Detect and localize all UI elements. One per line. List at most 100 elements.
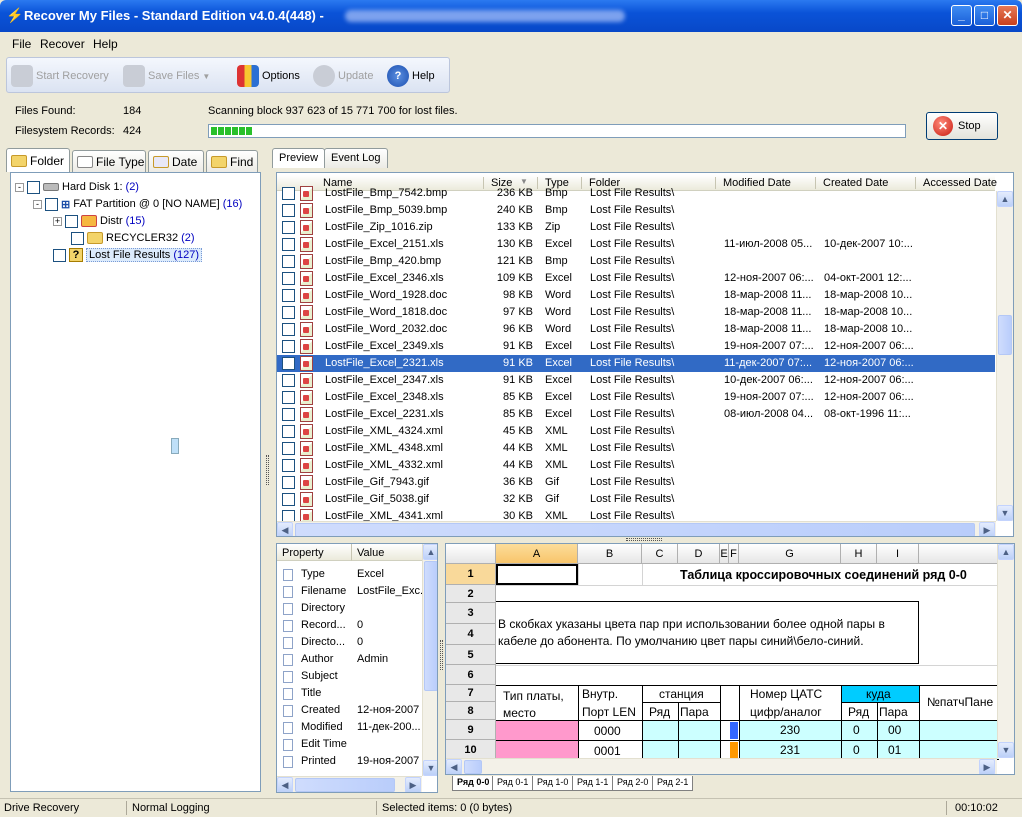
property-row[interactable]: Record... 0	[277, 617, 422, 634]
property-row[interactable]: Author Admin	[277, 651, 422, 668]
table-row[interactable]: LostFile_Excel_2347.xls 91 KB Excel Lost Fi…	[277, 372, 995, 389]
menu-help[interactable]: Help	[93, 37, 118, 51]
scroll-down-icon[interactable]: ▼	[998, 742, 1014, 758]
row-checkbox[interactable]	[282, 425, 295, 438]
table-row[interactable]: LostFile_XML_4332.xml 44 KB XML Lost File R…	[277, 457, 995, 474]
preview-splitter[interactable]	[440, 640, 443, 670]
help-button[interactable]: ? Help	[387, 64, 435, 88]
table-row[interactable]: LostFile_XML_4324.xml 45 KB XML Lost File R…	[277, 423, 995, 440]
h-scroll-thumb[interactable]	[464, 760, 482, 774]
options-button[interactable]: Options	[237, 64, 300, 88]
save-files-button[interactable]: Save Files ▼	[123, 64, 210, 88]
menu-file[interactable]: File	[12, 37, 31, 51]
table-row[interactable]: LostFile_Bmp_420.bmp 121 KB Bmp Lost File R…	[277, 253, 995, 270]
row-checkbox[interactable]	[282, 272, 295, 285]
sheet-vertical-scrollbar[interactable]: ▲ ▼	[997, 544, 1014, 758]
row-checkbox[interactable]	[282, 221, 295, 234]
row-checkbox[interactable]	[282, 459, 295, 472]
table-row[interactable]: LostFile_Excel_2151.xls 130 KB Excel Lost F…	[277, 236, 995, 253]
table-row[interactable]: LostFile_XML_4348.xml 44 KB XML Lost File R…	[277, 440, 995, 457]
property-row[interactable]: Filename LostFile_Exc...	[277, 583, 429, 600]
scroll-right-icon[interactable]: ▶	[979, 759, 995, 774]
dropdown-arrow-icon[interactable]: ▼	[202, 72, 210, 81]
scroll-up-icon[interactable]: ▲	[997, 191, 1013, 207]
row-checkbox[interactable]	[282, 306, 295, 319]
sheet-tab-2-0[interactable]: Ряд 2-0	[612, 776, 654, 791]
row-checkbox[interactable]	[282, 357, 295, 370]
tab-find[interactable]: Find	[206, 150, 258, 172]
tree-checkbox[interactable]	[27, 180, 40, 194]
scroll-thumb[interactable]	[998, 315, 1012, 355]
row-checkbox[interactable]	[282, 408, 295, 421]
tree-checkbox[interactable]	[71, 231, 84, 245]
tree-node-lost-file-results[interactable]: ? Lost File Results (127)	[53, 247, 203, 263]
table-row[interactable]: LostFile_Gif_7943.gif 36 KB Gif Lost File R…	[277, 474, 995, 491]
sheet-tab-1-0[interactable]: Ряд 1-0	[532, 776, 574, 791]
row-checkbox[interactable]	[282, 255, 295, 268]
horizontal-splitter[interactable]	[626, 538, 662, 541]
prop-header-value[interactable]: Value	[351, 544, 422, 561]
active-cell-a1[interactable]	[496, 564, 578, 585]
property-row[interactable]: Created 12-ноя-2007	[277, 702, 422, 719]
prop-horizontal-scrollbar[interactable]: ◀ ▶	[277, 776, 422, 792]
scroll-up-icon[interactable]: ▲	[423, 544, 437, 560]
table-row[interactable]: LostFile_Zip_1016.zip 133 KB Zip Lost File …	[277, 219, 995, 236]
scroll-up-icon[interactable]: ▲	[998, 544, 1014, 560]
scroll-down-icon[interactable]: ▼	[423, 760, 437, 776]
maximize-button[interactable]: □	[974, 5, 995, 26]
row-checkbox[interactable]	[282, 204, 295, 217]
table-row[interactable]: LostFile_Excel_2231.xls 85 KB Excel Lost Fi…	[277, 406, 995, 423]
sheet-tab-0-0[interactable]: Ряд 0-0	[452, 776, 495, 791]
grid-horizontal-scrollbar[interactable]: ◀ ▶	[277, 521, 996, 536]
table-row[interactable]: LostFile_Gif_5038.gif 32 KB Gif Lost File R…	[277, 491, 995, 508]
sheet-tab-0-1[interactable]: Ряд 0-1	[492, 776, 534, 791]
sheet-tab-1-1[interactable]: Ряд 1-1	[572, 776, 614, 791]
property-row[interactable]: Type Excel	[277, 566, 422, 583]
sheet-tab-2-1[interactable]: Ряд 2-1	[652, 776, 694, 791]
row-checkbox[interactable]	[282, 391, 295, 404]
scroll-left-icon[interactable]: ◀	[277, 777, 293, 792]
minimize-button[interactable]: _	[951, 5, 972, 26]
tree-node-distr[interactable]: + Distr (15)	[53, 213, 145, 229]
update-button[interactable]: Update	[313, 64, 373, 88]
h-scroll-thumb[interactable]	[295, 523, 975, 536]
tab-date[interactable]: Date	[148, 150, 204, 172]
sheet-horizontal-scrollbar[interactable]: ◀ ▶	[446, 758, 997, 774]
vertical-splitter[interactable]	[266, 455, 269, 485]
property-row[interactable]: Subject	[277, 668, 422, 685]
row-checkbox[interactable]	[282, 374, 295, 387]
property-row[interactable]: Printed 19-ноя-2007	[277, 753, 422, 770]
row-checkbox[interactable]	[282, 289, 295, 302]
scroll-thumb[interactable]	[424, 561, 437, 691]
row-checkbox[interactable]	[282, 187, 295, 200]
table-row[interactable]: LostFile_Bmp_5039.bmp 240 KB Bmp Lost File …	[277, 202, 995, 219]
tab-file-type[interactable]: File Type	[72, 150, 146, 172]
row-checkbox[interactable]	[282, 340, 295, 353]
scroll-right-icon[interactable]: ▶	[979, 522, 995, 536]
tab-preview[interactable]: Preview	[272, 148, 326, 168]
scroll-left-icon[interactable]: ◀	[277, 522, 293, 536]
property-row[interactable]: Directory	[277, 600, 422, 617]
scroll-right-icon[interactable]: ▶	[405, 777, 421, 792]
tree-checkbox[interactable]	[65, 214, 78, 228]
menu-recover[interactable]: Recover	[40, 37, 85, 51]
scroll-down-icon[interactable]: ▼	[997, 505, 1013, 521]
expand-icon[interactable]: +	[53, 216, 62, 226]
table-row[interactable]: LostFile_Excel_2348.xls 85 KB Excel Lost Fi…	[277, 389, 995, 406]
tab-folder[interactable]: Folder	[6, 148, 70, 172]
grid-vertical-scrollbar[interactable]: ▲ ▼	[996, 191, 1013, 521]
table-row[interactable]: LostFile_Word_2032.doc 96 KB Word Lost File…	[277, 321, 995, 338]
prop-header-property[interactable]: Property	[277, 544, 351, 561]
start-recovery-button[interactable]: Start Recovery	[11, 64, 109, 88]
property-row[interactable]: Title	[277, 685, 422, 702]
table-row[interactable]: LostFile_Excel_2321.xls 91 KB Excel Lost Fi…	[277, 355, 995, 372]
tree-checkbox[interactable]	[45, 197, 58, 211]
table-row[interactable]: LostFile_Excel_2349.xls 91 KB Excel Lost Fi…	[277, 338, 995, 355]
tab-event-log[interactable]: Event Log	[324, 148, 388, 168]
row-checkbox[interactable]	[282, 442, 295, 455]
collapse-icon[interactable]: -	[15, 182, 24, 192]
scroll-left-icon[interactable]: ◀	[446, 759, 462, 774]
table-row[interactable]: LostFile_Word_1928.doc 98 KB Word Lost File…	[277, 287, 995, 304]
tree-checkbox[interactable]	[53, 248, 66, 262]
row-checkbox[interactable]	[282, 323, 295, 336]
